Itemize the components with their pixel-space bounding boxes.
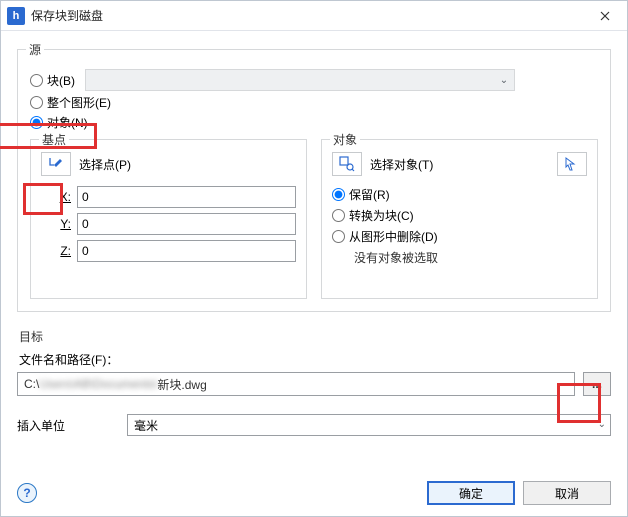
file-path-prefix: C:\ [24,377,39,391]
file-path-suffix: 新块.dwg [157,376,206,393]
basepoint-group-label: 基点 [39,131,69,148]
help-button[interactable]: ? [17,483,37,503]
coord-x-label: X: [41,190,71,204]
radio-block[interactable] [30,74,43,87]
insert-unit-value: 毫米 [134,417,158,434]
close-icon [600,11,610,21]
selection-status: 没有对象被选取 [354,249,587,266]
radio-convert-label: 转换为块(C) [349,207,414,224]
coord-z-row: Z: [41,240,296,262]
target-section: 目标 文件名和路径(F)： C:\Users\AB\Documents\新块.d… [17,328,611,436]
file-path-combo[interactable]: C:\Users\AB\Documents\新块.dwg ⌄ [17,372,575,396]
dialog-window: h 保存块到磁盘 源 块(B) ⌄ 整个图形(E) [0,0,628,517]
objects-group: 对象 选择对象(T) [321,139,598,299]
app-icon: h [7,7,25,25]
objects-group-label: 对象 [330,131,360,148]
source-option-whole[interactable]: 整个图形(E) [30,94,598,111]
radio-delete-label: 从图形中删除(D) [349,228,438,245]
coord-z-label: Z: [41,244,71,258]
coord-z-input[interactable] [77,240,296,262]
cancel-button[interactable]: 取消 [523,481,611,505]
pick-point-row: 选择点(P) [41,152,296,176]
close-button[interactable] [583,1,627,31]
select-objects-row: 选择对象(T) [332,152,587,176]
source-group: 源 块(B) ⌄ 整个图形(E) 对象(N) [17,49,611,312]
button-row: 确定 取消 [427,481,611,505]
chevron-down-icon: ⌄ [598,419,606,430]
file-path-redacted: Users\AB\Documents\ [39,377,157,391]
chevron-down-icon: ⌄ [562,378,570,389]
file-row: C:\Users\AB\Documents\新块.dwg ⌄ ... [17,372,611,396]
radio-objects[interactable] [30,116,43,129]
basepoint-group: 基点 选择点(P) X: [30,139,307,299]
pick-point-label: 选择点(P) [79,156,131,173]
radio-delete[interactable] [332,230,345,243]
select-objects-label: 选择对象(T) [370,156,433,173]
coord-y-input[interactable] [77,213,296,235]
target-group-label: 目标 [19,328,611,345]
select-objects-icon [339,156,355,172]
titlebar: h 保存块到磁盘 [1,1,627,31]
coord-x-input[interactable] [77,186,296,208]
pick-point-icon [48,156,64,172]
radio-block-text: 块(B) [47,74,75,88]
option-delete[interactable]: 从图形中删除(D) [332,228,587,245]
coord-x-row: X: [41,186,296,208]
source-option-objects[interactable]: 对象(N) [30,114,598,131]
radio-retain-label: 保留(R) [349,186,390,203]
chevron-down-icon: ⌄ [498,74,510,86]
insert-unit-select[interactable]: 毫米 ⌄ [127,414,611,436]
radio-convert[interactable] [332,209,345,222]
option-retain[interactable]: 保留(R) [332,186,587,203]
content-area: 源 块(B) ⌄ 整个图形(E) 对象(N) [1,31,627,478]
window-title: 保存块到磁盘 [31,7,583,24]
insert-unit-label: 插入单位 [17,417,127,434]
radio-retain[interactable] [332,188,345,201]
file-label: 文件名和路径(F)： [19,351,611,368]
footer: ? 确定 取消 [1,478,627,516]
radio-objects-label: 对象(N) [47,114,88,131]
two-column-row: 基点 选择点(P) X: [30,139,598,299]
unit-row: 插入单位 毫米 ⌄ [17,414,611,436]
select-objects-button[interactable] [332,152,362,176]
ok-button[interactable]: 确定 [427,481,515,505]
source-option-block[interactable]: 块(B) ⌄ [30,69,598,91]
block-name-select: ⌄ [85,69,515,91]
radio-whole[interactable] [30,96,43,109]
quick-select-button[interactable] [557,152,587,176]
quick-select-icon [564,156,580,172]
browse-button[interactable]: ... [583,372,611,396]
pick-point-button[interactable] [41,152,71,176]
radio-whole-label: 整个图形(E) [47,94,111,111]
coord-y-label: Y: [41,217,71,231]
source-group-label: 源 [26,41,44,58]
coord-y-row: Y: [41,213,296,235]
radio-block-label: 块(B) [47,72,75,89]
option-convert[interactable]: 转换为块(C) [332,207,587,224]
object-mode-radios: 保留(R) 转换为块(C) 从图形中删除(D) 没有对象被选取 [332,186,587,266]
